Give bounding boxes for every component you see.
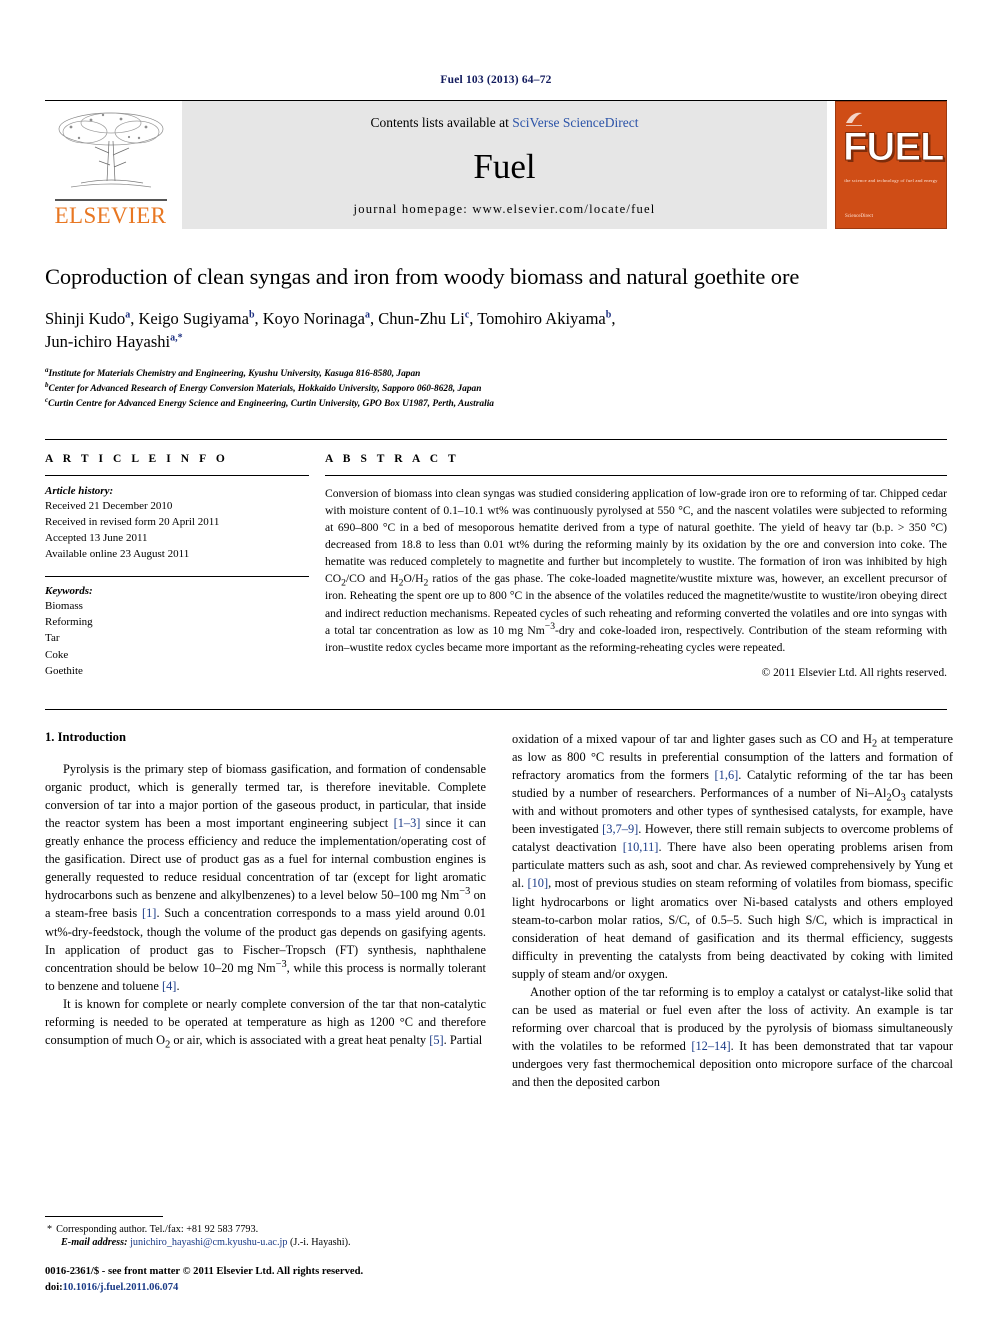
author-name: Keigo Sugiyama <box>138 309 249 328</box>
author-name: Jun-ichiro Hayashi <box>45 332 171 352</box>
journal-masthead: ELSEVIER Contents lists available at Sci… <box>45 100 947 229</box>
affiliation-item: cCurtin Centre for Advanced Energy Scien… <box>45 397 947 412</box>
citation-ref[interactable]: [3,7–9] <box>602 822 638 836</box>
page-title: Coproduction of clean syngas and iron fr… <box>45 264 800 289</box>
author-name: Shinji Kudo <box>45 309 126 328</box>
sciencedirect-link[interactable]: SciVerse ScienceDirect <box>512 115 638 130</box>
history-item: Received in revised form 20 April 2011 <box>45 515 220 528</box>
cover-footer-text: ScienceDirect <box>845 213 874 219</box>
history-item: Available online 23 August 2011 <box>45 548 190 561</box>
section-heading-introduction: 1. Introduction <box>45 730 126 745</box>
author-list: Shinji Kudoa, Keigo Sugiyamab, Koyo Nori… <box>45 307 947 354</box>
keywords-divider <box>45 576 309 578</box>
article-info-column: A R T I C L E I N F O Article history: R… <box>45 453 325 680</box>
cover-tagline: the science and technology of fuel and e… <box>844 178 938 183</box>
affiliation-text: Institute for Materials Chemistry and En… <box>48 368 421 379</box>
issn-copyright-block: 0016-2361/$ - see front matter © 2011 El… <box>45 1264 486 1295</box>
doi-line: doi:10.1016/j.fuel.2011.06.074 <box>45 1280 486 1295</box>
citation-ref[interactable]: [5] <box>429 1033 443 1047</box>
abstract-column: A B S T R A C T Conversion of biomass in… <box>325 452 947 680</box>
journal-title: Fuel <box>473 147 536 186</box>
author-name: Tomohiro Akiyama <box>477 309 606 328</box>
intro-paragraph-1: Pyrolysis is the primary step of biomass… <box>45 762 486 993</box>
article-info-heading: A R T I C L E I N F O <box>45 452 229 465</box>
paper-page: Fuel 103 (2013) 64–72 ELSEVIER Contents … <box>0 0 992 1323</box>
author-separator: , <box>611 309 616 328</box>
author-separator: , <box>254 309 263 328</box>
affiliation-item: bCenter for Advanced Research of Energy … <box>45 381 947 397</box>
elsevier-logo-rule <box>54 199 167 201</box>
affiliation-list: aInstitute for Materials Chemistry and E… <box>45 366 947 413</box>
keyword-item: Biomass <box>45 600 83 613</box>
keyword-item: Tar <box>45 632 60 645</box>
issn-line: 0016-2361/$ - see front matter © 2011 El… <box>45 1266 364 1278</box>
body-column-right: oxidation of a mixed vapour of tar and l… <box>512 730 953 1091</box>
keyword-item: Reforming <box>45 616 93 629</box>
author-name: Koyo Norinaga <box>262 309 365 328</box>
email-note: E-mail address: junichiro_hayashi@cm.kyu… <box>45 1237 486 1248</box>
intro-paragraph-3-continued: oxidation of a mixed vapour of tar and l… <box>512 732 954 981</box>
email-label: E-mail address: <box>61 1237 128 1249</box>
masthead-center-panel: Contents lists available at SciVerse Sci… <box>182 101 827 229</box>
running-head: Fuel 103 (2013) 64–72 <box>440 74 552 86</box>
elsevier-wordmark: ELSEVIER <box>54 202 167 228</box>
doi-value[interactable]: 10.1016/j.fuel.2011.06.074 <box>63 1282 179 1293</box>
abstract-body: Conversion of biomass into clean syngas … <box>325 486 947 654</box>
journal-homepage-link[interactable]: journal homepage: www.elsevier.com/locat… <box>354 202 656 217</box>
keywords-label: Keywords: <box>45 585 93 598</box>
abstract-copyright: © 2011 Elsevier Ltd. All rights reserved… <box>761 667 947 680</box>
history-item: Accepted 13 June 2011 <box>45 531 148 544</box>
elsevier-logo: ELSEVIER <box>45 101 176 229</box>
article-body: 1. Introduction Pyrolysis is the primary… <box>45 709 953 1091</box>
affiliation-text: Curtin Centre for Advanced Energy Scienc… <box>48 399 494 410</box>
author-separator: , <box>369 309 379 328</box>
contents-prefix: Contents lists available at <box>370 115 513 130</box>
article-history-label: Article history: <box>45 484 114 497</box>
intro-paragraph-2: It is known for complete or nearly compl… <box>45 996 486 1051</box>
abstract-divider <box>325 474 947 476</box>
keyword-item: Goethite <box>45 664 83 677</box>
body-column-left: 1. Introduction Pyrolysis is the primary… <box>45 730 486 1091</box>
title-block: Coproduction of clean syngas and iron fr… <box>45 229 947 413</box>
citation-ref[interactable]: [4] <box>162 979 176 993</box>
affiliation-item: aInstitute for Materials Chemistry and E… <box>45 366 947 382</box>
abstract-heading: A B S T R A C T <box>325 452 460 465</box>
article-info-divider <box>45 474 309 476</box>
citation-ref[interactable]: [1] <box>142 906 156 920</box>
citation-ref[interactable]: [1–3] <box>394 816 421 830</box>
footnote-star-marker: * <box>47 1223 53 1235</box>
citation-ref[interactable]: [12–14] <box>691 1039 730 1053</box>
doi-label: doi: <box>45 1281 63 1293</box>
cover-journal-title: FUEL <box>843 125 945 169</box>
elsevier-tree-illustration <box>58 112 163 188</box>
history-item: Received 21 December 2010 <box>45 499 173 512</box>
email-suffix: (J.-i. Hayashi). <box>289 1237 351 1249</box>
citation-ref[interactable]: [10,11] <box>623 840 659 854</box>
citation-ref[interactable]: [10] <box>527 876 548 890</box>
corresponding-author-marker: a,* <box>170 332 183 344</box>
footnote-rule <box>45 1215 163 1217</box>
page-footer: * Corresponding author. Tel./fax: +81 92 … <box>45 1215 486 1295</box>
intro-paragraph-4: Another option of the tar reforming is t… <box>512 984 953 1089</box>
author-email-link[interactable]: junichiro_hayashi@cm.kyushu-u.ac.jp <box>130 1237 287 1248</box>
corresponding-author-text: Corresponding author. Tel./fax: +81 92 5… <box>56 1223 259 1235</box>
corresponding-author-note: * Corresponding author. Tel./fax: +81 92 … <box>45 1222 486 1237</box>
keyword-item: Coke <box>45 648 69 661</box>
info-abstract-section: A R T I C L E I N F O Article history: R… <box>45 438 947 680</box>
journal-cover-thumbnail: FUEL the science and technology of fuel … <box>835 101 947 229</box>
author-name: Chun-Zhu Li <box>378 309 465 328</box>
contents-available-line: Contents lists available at SciVerse Sci… <box>370 115 638 131</box>
affiliation-text: Center for Advanced Research of Energy C… <box>48 384 482 395</box>
citation-ref[interactable]: [1,6] <box>715 768 739 782</box>
